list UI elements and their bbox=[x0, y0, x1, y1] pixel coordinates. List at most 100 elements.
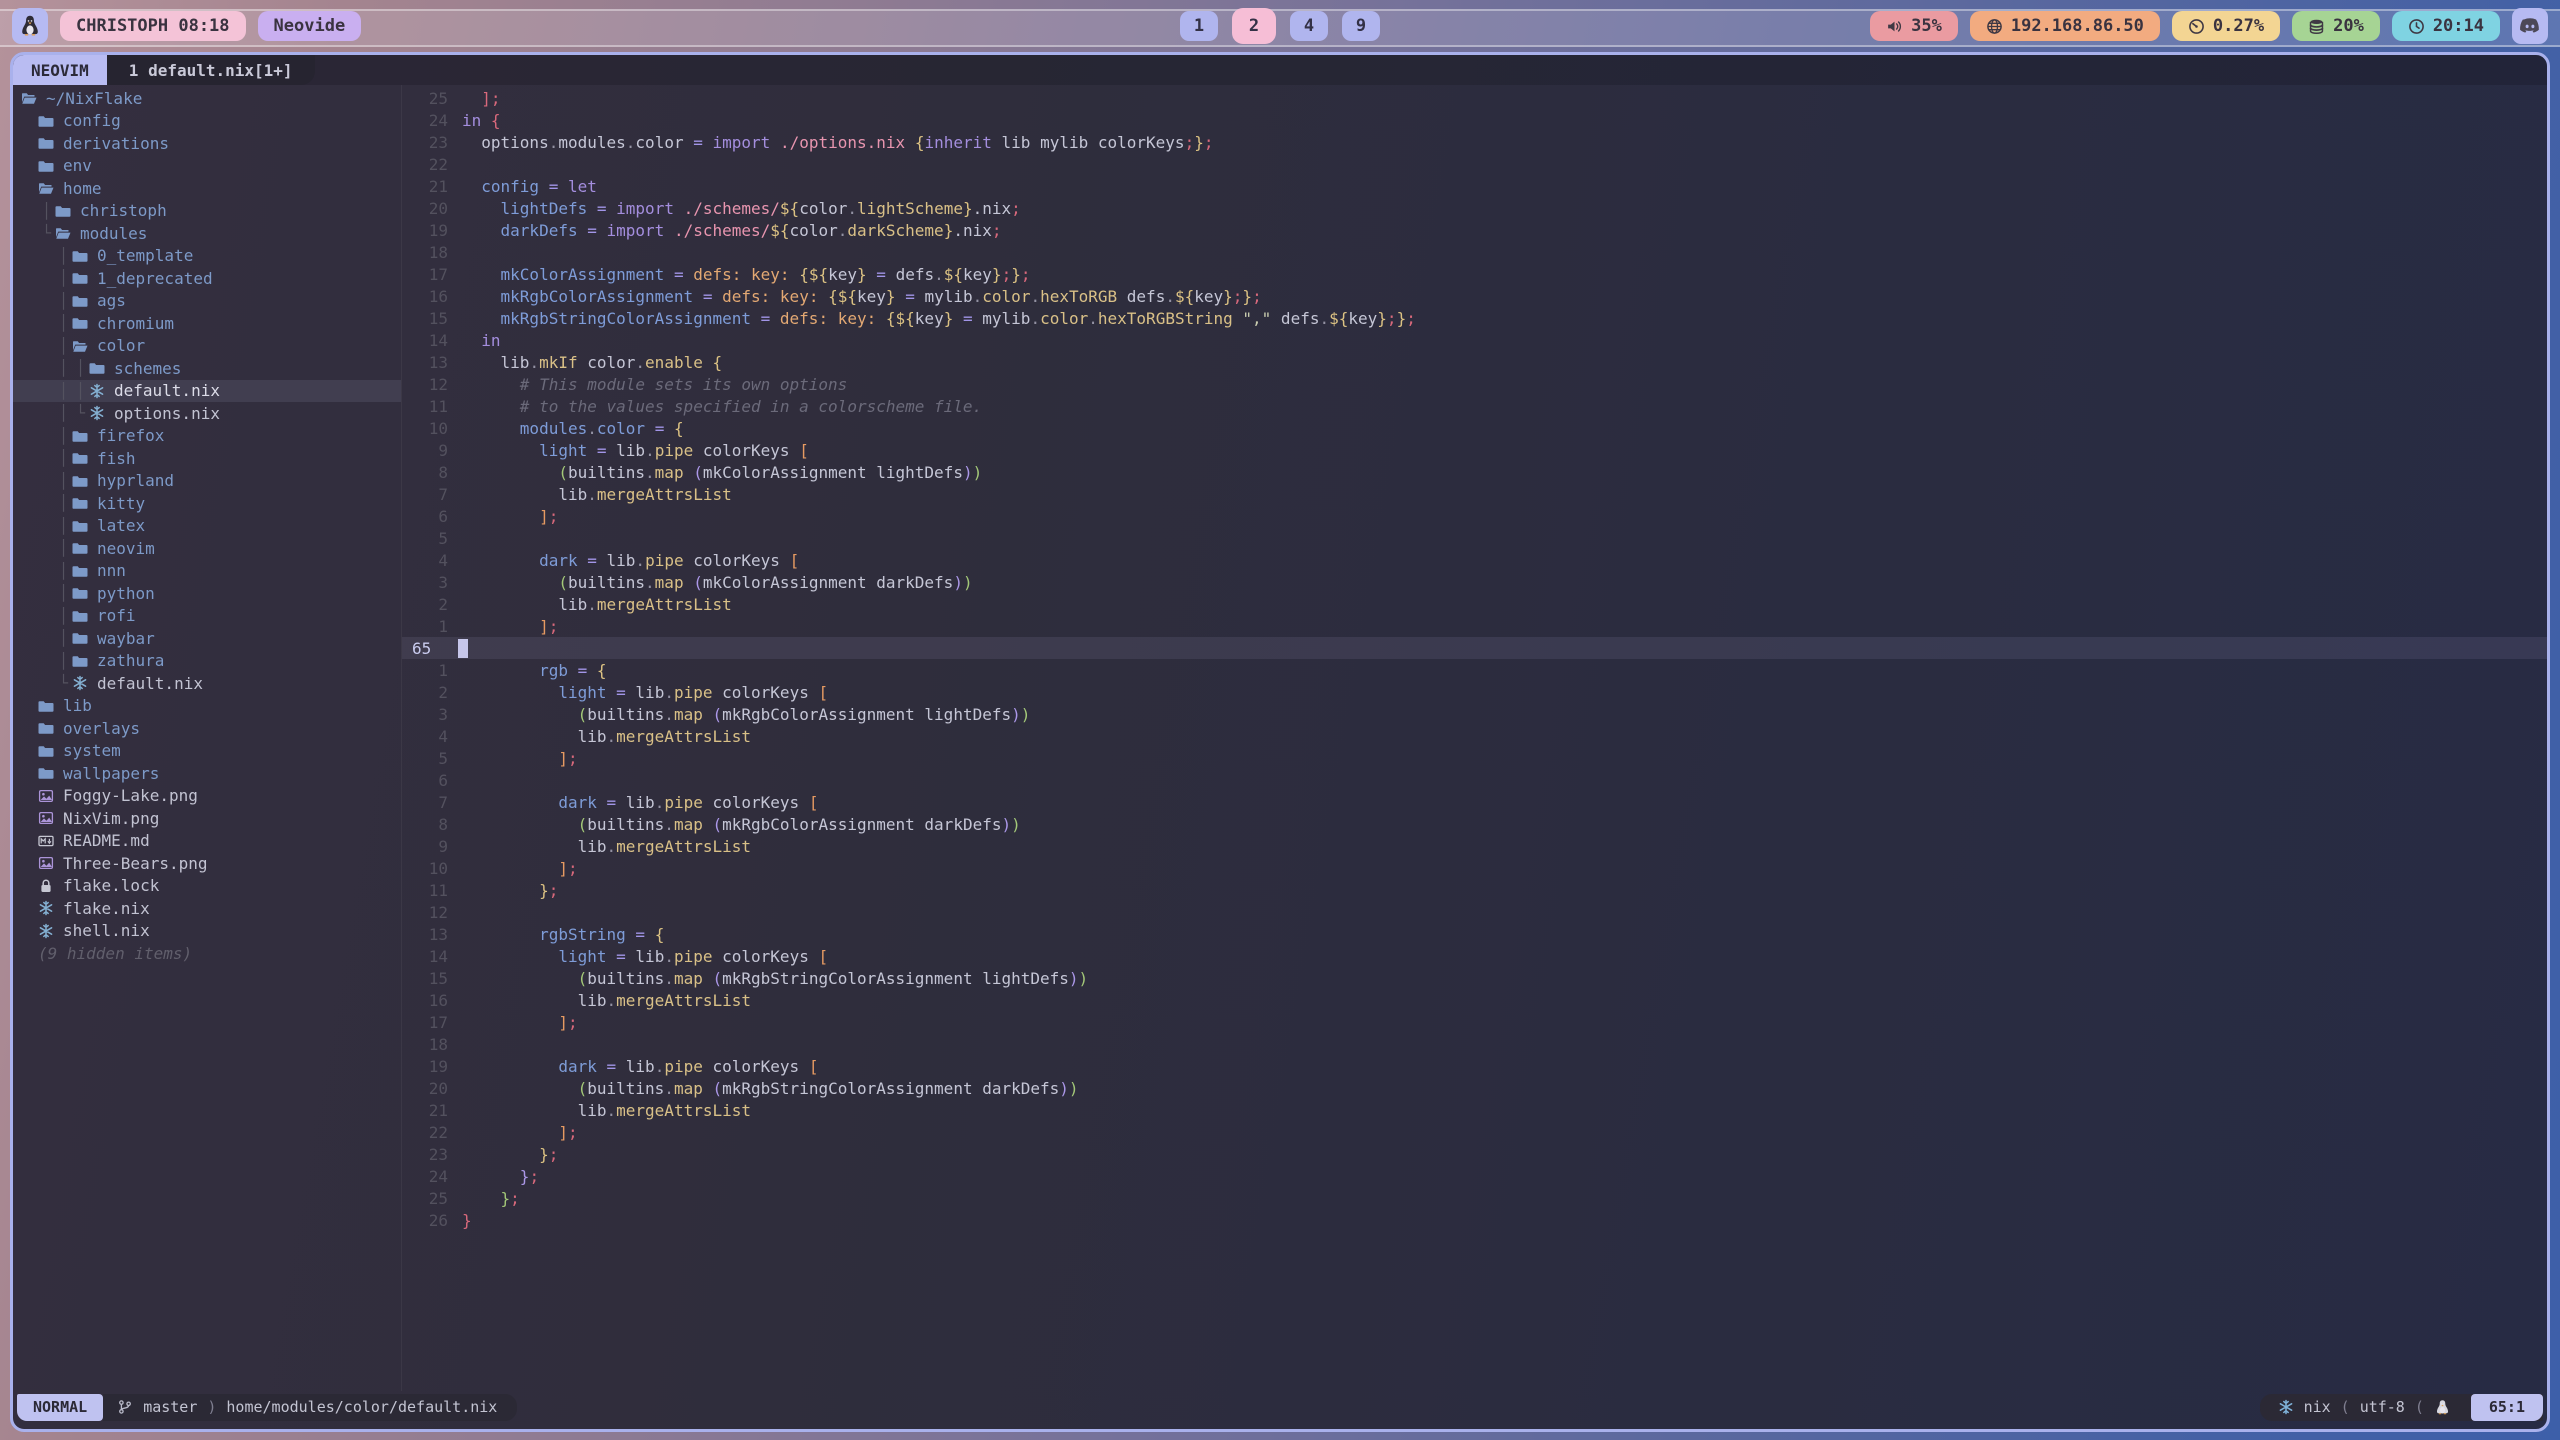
code-line[interactable]: 17 ]; bbox=[402, 1011, 2547, 1033]
code-line[interactable]: 14 in bbox=[402, 329, 2547, 351]
code-editor[interactable]: 25 ];24in {23 options.modules.color = im… bbox=[402, 85, 2547, 1391]
tree-item-schemes[interactable]: ││schemes bbox=[13, 357, 401, 380]
code-line[interactable]: 15 (builtins.map (mkRgbStringColorAssign… bbox=[402, 967, 2547, 989]
code-line[interactable]: 13 rgbString = { bbox=[402, 923, 2547, 945]
code-line[interactable]: 23 options.modules.color = import ./opti… bbox=[402, 131, 2547, 153]
code-line[interactable]: 14 light = lib.pipe colorKeys [ bbox=[402, 945, 2547, 967]
tree-item-zathura[interactable]: │zathura bbox=[13, 650, 401, 673]
tab-default-nix[interactable]: 1 default.nix[1+] bbox=[107, 55, 315, 85]
code-line[interactable]: 20 (builtins.map (mkRgbStringColorAssign… bbox=[402, 1077, 2547, 1099]
tree-item-options.nix[interactable]: │└options.nix bbox=[13, 402, 401, 425]
network-pill[interactable]: 192.168.86.50 bbox=[1970, 11, 2160, 41]
tree-item-foggy-lake.png[interactable]: Foggy-Lake.png bbox=[13, 785, 401, 808]
code-line[interactable]: 6 bbox=[402, 769, 2547, 791]
code-line[interactable]: 8 (builtins.map (mkRgbColorAssignment da… bbox=[402, 813, 2547, 835]
tree-item-nnn[interactable]: │nnn bbox=[13, 560, 401, 583]
tree-item-env[interactable]: env bbox=[13, 155, 401, 178]
code-line[interactable]: 4 lib.mergeAttrsList bbox=[402, 725, 2547, 747]
tree-item--9-hidden-items-[interactable]: (9 hidden items) bbox=[13, 942, 401, 965]
code-line[interactable]: 15 mkRgbStringColorAssignment = defs: ke… bbox=[402, 307, 2547, 329]
tree-item-kitty[interactable]: │kitty bbox=[13, 492, 401, 515]
workspace-9[interactable]: 9 bbox=[1342, 11, 1380, 41]
tree-item-three-bears.png[interactable]: Three-Bears.png bbox=[13, 852, 401, 875]
code-line-current[interactable]: 65 bbox=[402, 637, 2547, 659]
volume-pill[interactable]: 35% bbox=[1870, 11, 1958, 41]
code-line[interactable]: 16 lib.mergeAttrsList bbox=[402, 989, 2547, 1011]
code-line[interactable]: 25 }; bbox=[402, 1187, 2547, 1209]
tree-item-wallpapers[interactable]: wallpapers bbox=[13, 762, 401, 785]
code-line[interactable]: 10 modules.color = { bbox=[402, 417, 2547, 439]
code-line[interactable]: 1 ]; bbox=[402, 615, 2547, 637]
tree-item-rofi[interactable]: │rofi bbox=[13, 605, 401, 628]
code-line[interactable]: 11 # to the values specified in a colors… bbox=[402, 395, 2547, 417]
tree-item-python[interactable]: │python bbox=[13, 582, 401, 605]
code-line[interactable]: 7 lib.mergeAttrsList bbox=[402, 483, 2547, 505]
tree-item--nixflake[interactable]: ~/NixFlake bbox=[13, 87, 401, 110]
code-line[interactable]: 1 rgb = { bbox=[402, 659, 2547, 681]
tree-item-ags[interactable]: │ags bbox=[13, 290, 401, 313]
tree-item-derivations[interactable]: derivations bbox=[13, 132, 401, 155]
code-line[interactable]: 18 bbox=[402, 1033, 2547, 1055]
code-line[interactable]: 9 lib.mergeAttrsList bbox=[402, 835, 2547, 857]
code-line[interactable]: 24 }; bbox=[402, 1165, 2547, 1187]
cpu-pill[interactable]: 0.27% bbox=[2172, 11, 2280, 41]
code-line[interactable]: 21 lib.mergeAttrsList bbox=[402, 1099, 2547, 1121]
code-line[interactable]: 7 dark = lib.pipe colorKeys [ bbox=[402, 791, 2547, 813]
tree-item-default.nix[interactable]: └default.nix bbox=[13, 672, 401, 695]
tree-item-fish[interactable]: │fish bbox=[13, 447, 401, 470]
code-line[interactable]: 4 dark = lib.pipe colorKeys [ bbox=[402, 549, 2547, 571]
memory-pill[interactable]: 20% bbox=[2292, 11, 2380, 41]
code-line[interactable]: 25 ]; bbox=[402, 87, 2547, 109]
tree-item-default.nix[interactable]: ││default.nix bbox=[13, 380, 401, 403]
code-line[interactable]: 12 bbox=[402, 901, 2547, 923]
tree-item-flake.nix[interactable]: flake.nix bbox=[13, 897, 401, 920]
tree-item-overlays[interactable]: overlays bbox=[13, 717, 401, 740]
tree-item-modules[interactable]: └modules bbox=[13, 222, 401, 245]
tree-item-shell.nix[interactable]: shell.nix bbox=[13, 920, 401, 943]
tree-item-christoph[interactable]: │christoph bbox=[13, 200, 401, 223]
workspace-2-active[interactable]: 2 bbox=[1232, 8, 1276, 44]
code-line[interactable]: 3 (builtins.map (mkColorAssignment darkD… bbox=[402, 571, 2547, 593]
code-line[interactable]: 24in { bbox=[402, 109, 2547, 131]
code-line[interactable]: 23 }; bbox=[402, 1143, 2547, 1165]
tree-item-neovim[interactable]: │neovim bbox=[13, 537, 401, 560]
tree-item-chromium[interactable]: │chromium bbox=[13, 312, 401, 335]
tree-item-home[interactable]: home bbox=[13, 177, 401, 200]
tree-item-1-deprecated[interactable]: │1_deprecated bbox=[13, 267, 401, 290]
code-line[interactable]: 16 mkRgbColorAssignment = defs: key: {${… bbox=[402, 285, 2547, 307]
tree-item-firefox[interactable]: │firefox bbox=[13, 425, 401, 448]
code-line[interactable]: 20 lightDefs = import ./schemes/${color.… bbox=[402, 197, 2547, 219]
tree-item-latex[interactable]: │latex bbox=[13, 515, 401, 538]
tree-item-hyprland[interactable]: │hyprland bbox=[13, 470, 401, 493]
launcher-button[interactable] bbox=[12, 8, 48, 44]
code-line[interactable]: 12 # This module sets its own options bbox=[402, 373, 2547, 395]
code-line[interactable]: 8 (builtins.map (mkColorAssignment light… bbox=[402, 461, 2547, 483]
tree-item-waybar[interactable]: │waybar bbox=[13, 627, 401, 650]
tree-item-lib[interactable]: lib bbox=[13, 695, 401, 718]
code-line[interactable]: 2 light = lib.pipe colorKeys [ bbox=[402, 681, 2547, 703]
code-line[interactable]: 11 }; bbox=[402, 879, 2547, 901]
code-line[interactable]: 22 bbox=[402, 153, 2547, 175]
code-line[interactable]: 18 bbox=[402, 241, 2547, 263]
code-line[interactable]: 10 ]; bbox=[402, 857, 2547, 879]
workspace-1[interactable]: 1 bbox=[1180, 11, 1218, 41]
tray-discord-button[interactable] bbox=[2512, 8, 2548, 44]
tree-item-config[interactable]: config bbox=[13, 110, 401, 133]
code-line[interactable]: 26} bbox=[402, 1209, 2547, 1231]
code-line[interactable]: 22 ]; bbox=[402, 1121, 2547, 1143]
code-line[interactable]: 21 config = let bbox=[402, 175, 2547, 197]
code-line[interactable]: 6 ]; bbox=[402, 505, 2547, 527]
code-line[interactable]: 5 ]; bbox=[402, 747, 2547, 769]
session-clock-pill[interactable]: CHRISTOPH 08:18 bbox=[60, 11, 246, 41]
tree-item-0-template[interactable]: │0_template bbox=[13, 245, 401, 268]
code-line[interactable]: 3 (builtins.map (mkRgbColorAssignment li… bbox=[402, 703, 2547, 725]
code-line[interactable]: 17 mkColorAssignment = defs: key: {${key… bbox=[402, 263, 2547, 285]
code-line[interactable]: 2 lib.mergeAttrsList bbox=[402, 593, 2547, 615]
code-line[interactable]: 19 darkDefs = import ./schemes/${color.d… bbox=[402, 219, 2547, 241]
code-line[interactable]: 19 dark = lib.pipe colorKeys [ bbox=[402, 1055, 2547, 1077]
active-app-pill[interactable]: Neovide bbox=[258, 11, 362, 41]
tree-item-nixvim.png[interactable]: NixVim.png bbox=[13, 807, 401, 830]
code-line[interactable]: 9 light = lib.pipe colorKeys [ bbox=[402, 439, 2547, 461]
code-line[interactable]: 13 lib.mkIf color.enable { bbox=[402, 351, 2547, 373]
tree-item-readme.md[interactable]: README.md bbox=[13, 830, 401, 853]
